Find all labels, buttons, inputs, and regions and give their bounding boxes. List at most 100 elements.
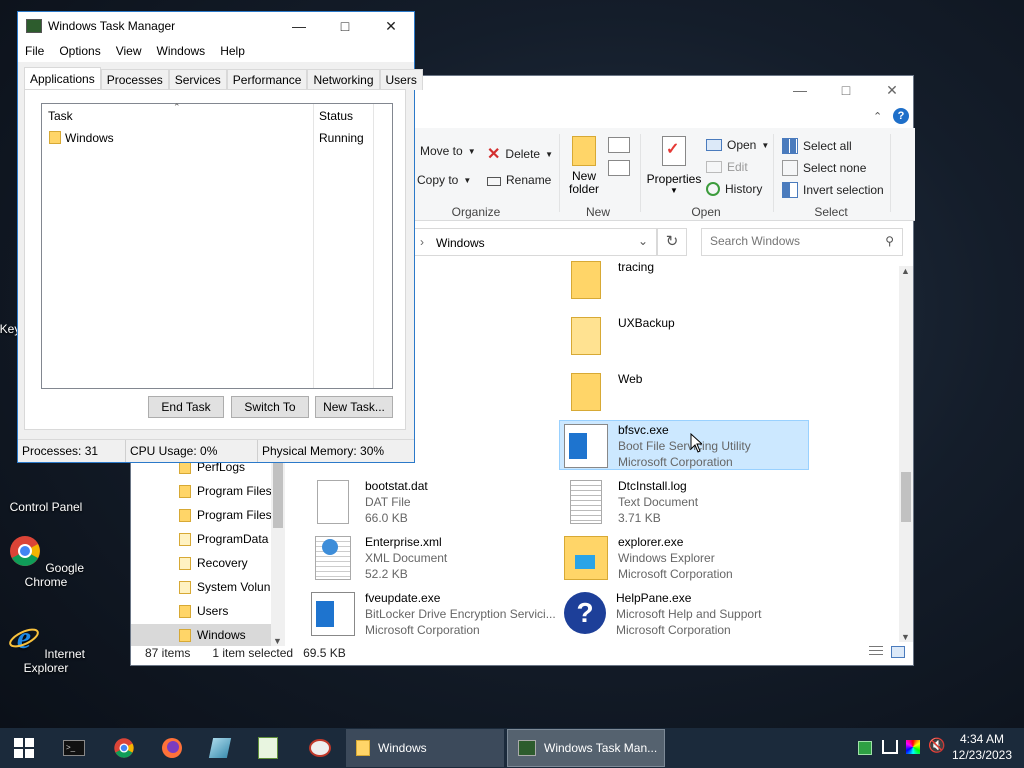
new-folder-button[interactable]: New folder [563,136,605,196]
file-item-helppane[interactable]: ? HelpPane.exe Microsoft Help and Support… [564,590,761,642]
sort-indicator-icon: ⌃ [173,102,181,112]
folder-item-web[interactable]: Web [564,371,642,423]
new-task-button[interactable]: New Task... [315,396,393,418]
help-icon[interactable]: ? [893,108,909,124]
properties-button[interactable]: ✓ Properties ▼ [646,136,702,195]
content-scrollbar-thumb[interactable] [901,472,911,522]
tab-performance[interactable]: Performance [226,69,308,90]
folder-icon [179,628,191,642]
nav-item-program-files[interactable]: Program Files [179,480,272,502]
select-all-button[interactable]: Select all [782,138,852,154]
file-item-explorer-exe[interactable]: explorer.exe Windows Explorer Microsoft Co… [564,534,733,586]
file-item-dtcinstall[interactable]: DtcInstall.log Text Document 3.71 KB [564,478,698,530]
maximize-button[interactable]: □ [322,12,368,40]
nav-scrollbar[interactable]: ▼ [271,456,285,646]
folder-icon [572,136,596,166]
taskbar-chrome-button[interactable] [100,728,148,768]
close-button[interactable]: ✕ [368,12,414,40]
menu-help[interactable]: Help [213,44,253,58]
tab-processes[interactable]: Processes [100,69,169,90]
folder-item-uxbackup[interactable]: UXBackup [564,315,675,367]
ribbon-collapse-icon[interactable]: ⌃ [873,110,882,123]
close-button[interactable]: ✕ [869,76,915,104]
nav-item-programdata[interactable]: ProgramData [179,528,268,550]
desktop-icon-control-panel[interactable]: Control Panel [0,462,92,514]
nav-scrollbar-thumb[interactable] [273,458,283,528]
copy-to-button[interactable]: Copy to ▼ [417,173,471,187]
invert-selection-icon [782,182,798,198]
invert-selection-button[interactable]: Invert selection [782,182,884,198]
menu-options[interactable]: Options [52,44,108,58]
select-all-icon [782,138,798,154]
file-item-enterprise-xml[interactable]: Enterprise.xml XML Document 52.2 KB [311,534,447,586]
address-bar[interactable]: › Windows ⌄ [413,228,657,256]
item-count: 87 items [145,646,191,660]
refresh-button[interactable]: ↻ [657,228,687,256]
address-dropdown-icon[interactable]: ⌄ [638,234,648,248]
nav-item-program-files-x86[interactable]: Program Files [179,504,272,526]
menu-view[interactable]: View [109,44,150,58]
tray-green-icon[interactable] [858,741,872,755]
end-task-button[interactable]: End Task [148,396,224,418]
content-scrollbar[interactable]: ▲ ▼ [899,266,913,642]
search-icon[interactable]: ⚲ [885,234,894,248]
tab-users[interactable]: Users [379,69,423,90]
move-to-button[interactable]: Move to ▼ [420,144,476,158]
file-item-bootstat[interactable]: bootstat.dat DAT File 66.0 KB [311,478,428,530]
easy-access-icon[interactable] [608,160,630,176]
selected-size: 69.5 KB [303,646,346,660]
menu-file[interactable]: File [18,44,52,58]
desktop-icon-google-chrome[interactable]: Google Chrome [0,534,92,589]
ribbon-separator [773,134,774,212]
folder-icon [571,373,601,411]
column-header-status[interactable]: Status [319,109,353,123]
color-tray-icon[interactable] [906,740,920,754]
new-item-icon[interactable] [608,137,630,153]
tab-services[interactable]: Services [168,69,227,90]
minimize-button[interactable]: — [276,12,322,40]
task-manager-window: Windows Task Manager — □ ✕ File Options … [17,11,423,463]
large-icons-view-icon[interactable] [891,646,905,658]
taskmgr-titlebar[interactable]: Windows Task Manager — □ ✕ [18,12,414,40]
task-name: Windows [65,131,114,145]
folder-item-tracing[interactable]: tracing [564,259,654,311]
taskbar-task-explorer[interactable]: Windows [346,729,504,767]
clock[interactable]: 4:34 AM 12/23/2023 [948,731,1016,763]
scroll-up-icon[interactable]: ▲ [901,266,910,276]
search-box[interactable]: ⚲ [701,228,903,256]
tab-applications[interactable]: Applications [24,67,101,90]
file-item-fveupdate[interactable]: fveupdate.exe BitLocker Drive Encryption … [311,590,556,642]
start-button[interactable] [0,728,48,768]
tab-networking[interactable]: Networking [307,69,380,90]
rename-button[interactable]: Rename [487,173,551,187]
taskbar-paint-button[interactable] [296,728,344,768]
column-header-task[interactable]: Task [48,109,73,123]
file-item-bfsvc[interactable]: bfsvc.exe Boot File Servicing Utility Micr… [564,422,751,474]
history-icon [706,182,720,196]
taskbar-notepad-button[interactable] [244,728,292,768]
menu-windows[interactable]: Windows [150,44,214,58]
taskbar-firefox-button[interactable] [148,728,196,768]
switch-to-button[interactable]: Switch To [231,396,309,418]
volume-muted-icon[interactable]: 🔇 [928,737,945,754]
task-list[interactable]: Task ⌃ Status Windows Running [41,102,393,389]
search-input[interactable] [708,233,872,249]
open-button[interactable]: Open ▼ [706,138,769,152]
taskbar-cmd-button[interactable]: >_ [50,728,98,768]
nav-item-recovery[interactable]: Recovery [179,552,248,574]
folder-icon [179,532,191,546]
nav-item-users[interactable]: Users [179,600,228,622]
task-row[interactable]: Windows Running [48,130,368,146]
taskbar-app-button[interactable] [196,728,244,768]
nav-item-system-volume[interactable]: System Volun [179,576,270,598]
maximize-button[interactable]: □ [823,76,869,104]
history-button[interactable]: History [706,182,762,196]
details-view-icon[interactable] [869,646,883,658]
select-none-button[interactable]: Select none [782,160,866,176]
desktop-icon-internet-explorer[interactable]: e Internet Explorer [0,619,92,675]
network-icon[interactable] [882,740,898,754]
minimize-button[interactable]: — [777,76,823,104]
delete-button[interactable]: ✕ Delete ▼ [487,144,553,164]
chevron-down-icon: ▼ [467,146,476,156]
taskbar-task-taskmgr[interactable]: Windows Task Man... [507,729,665,767]
